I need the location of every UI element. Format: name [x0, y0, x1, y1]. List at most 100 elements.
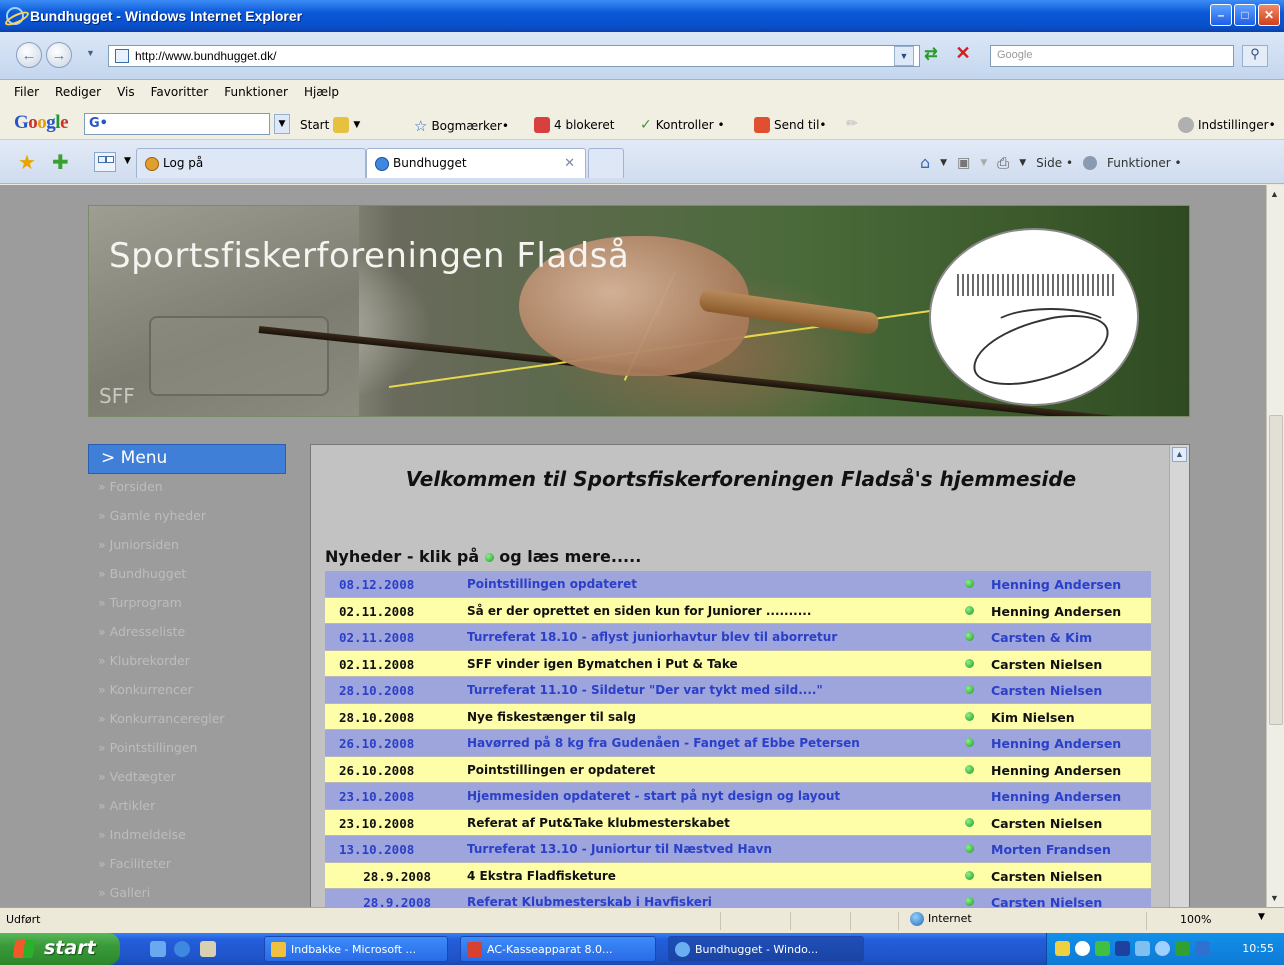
print-icon[interactable]: ⎙ [997, 154, 1009, 172]
news-row[interactable]: 02.11.2008 Så er der oprettet en siden ku… [325, 597, 1151, 624]
tools-menu-button[interactable]: Funktioner • [1107, 156, 1182, 170]
green-dot-icon[interactable] [965, 738, 974, 747]
tray-icon[interactable] [1195, 941, 1210, 956]
nav-item-artikler[interactable]: » Artikler [98, 798, 225, 827]
news-title-link[interactable]: Nye fiskestænger til salg [467, 710, 636, 724]
quick-tabs-button[interactable] [94, 152, 116, 172]
refresh-button[interactable]: ⇄ [920, 44, 942, 66]
close-button[interactable]: ✕ [1258, 4, 1280, 26]
nav-item-vedtaegter[interactable]: » Vedtægter [98, 769, 225, 798]
menu-view[interactable]: Vis [117, 85, 135, 99]
news-title-link[interactable]: Turreferat 11.10 - Sildetur "Der var tyk… [467, 683, 823, 697]
media-quicklaunch-icon[interactable] [200, 941, 216, 957]
nav-item-forsiden[interactable]: » Forsiden [98, 479, 225, 508]
news-title-link[interactable]: Så er der oprettet en siden kun for Juni… [467, 604, 811, 618]
tray-icon[interactable] [1075, 941, 1090, 956]
tab-log-pa[interactable]: Log på [136, 148, 366, 178]
google-start-button[interactable]: Start ▼ [300, 117, 360, 133]
feeds-icon[interactable]: ▣ [957, 155, 970, 171]
google-search-input[interactable]: G• [84, 113, 270, 135]
nav-item-konkurranceregler[interactable]: » Konkurranceregler [98, 711, 225, 740]
tray-icon[interactable] [1095, 941, 1110, 956]
address-input[interactable]: http://www.bundhugget.dk/ [108, 45, 920, 67]
nav-item-faciliteter[interactable]: » Faciliteter [98, 856, 225, 885]
zoom-level[interactable]: 100% [1180, 913, 1211, 926]
print-dropdown-icon[interactable]: ▼ [1019, 158, 1026, 168]
tray-icon[interactable] [1155, 941, 1170, 956]
nav-item-juniorsiden[interactable]: » Juniorsiden [98, 537, 225, 566]
news-row[interactable]: 28.9.2008 4 Ekstra Fladfisketure Carsten N… [325, 862, 1151, 889]
nav-item-turprogram[interactable]: » Turprogram [98, 595, 225, 624]
news-row[interactable]: 28.10.2008 Turreferat 11.10 - Sildetur "D… [325, 677, 1151, 704]
maximize-button[interactable]: □ [1234, 4, 1256, 26]
nav-item-indmeldelse[interactable]: » Indmeldelse [98, 827, 225, 856]
green-dot-icon[interactable] [965, 711, 974, 721]
news-row[interactable]: 02.11.2008 SFF vinder igen Bymatchen i Pu… [325, 650, 1151, 677]
news-row[interactable]: 26.10.2008 Havørred på 8 kg fra Gudenåen … [325, 730, 1151, 757]
history-dropdown-icon[interactable]: ▼ [86, 48, 95, 58]
news-title-link[interactable]: Referat Klubmesterskab i Havfiskeri [467, 895, 712, 907]
taskbar-button-kasseapparat[interactable]: AC-Kasseapparat 8.0... [460, 936, 656, 962]
minimize-button[interactable]: – [1210, 4, 1232, 26]
nav-item-bundhugget[interactable]: » Bundhugget [98, 566, 225, 595]
toolbar-settings-button[interactable]: Indstillinger• [1178, 117, 1276, 133]
taskbar-button-outlook[interactable]: Indbakke - Microsoft ... [264, 936, 448, 962]
green-dot-icon[interactable] [965, 605, 974, 615]
highlighter-icon[interactable]: ✏ [846, 116, 858, 132]
news-title-link[interactable]: Turreferat 13.10 - Juniortur til Næstved… [467, 842, 772, 856]
nav-item-gamle-nyheder[interactable]: » Gamle nyheder [98, 508, 225, 537]
home-dropdown-icon[interactable]: ▼ [940, 158, 947, 168]
tray-icon[interactable] [1115, 941, 1130, 956]
tab-bundhugget[interactable]: Bundhugget ✕ [366, 148, 586, 178]
green-dot-icon[interactable] [965, 844, 974, 853]
search-input[interactable]: Google [990, 45, 1234, 67]
news-row[interactable]: 13.10.2008 Turreferat 13.10 - Juniortur t… [325, 836, 1151, 863]
start-button[interactable]: start [0, 933, 120, 965]
popup-blocked-button[interactable]: 4 blokeret [534, 117, 614, 133]
nav-item-klubrekorder[interactable]: » Klubrekorder [98, 653, 225, 682]
news-row[interactable]: 28.9.2008 Referat Klubmesterskab i Havfis… [325, 889, 1151, 907]
panel-scrollbar[interactable]: ▲ [1169, 445, 1189, 907]
spellcheck-button[interactable]: ✓ Kontroller • [640, 117, 725, 133]
news-title-link[interactable]: Referat af Put&Take klubmesterskabet [467, 816, 730, 830]
ie-quicklaunch-icon[interactable] [174, 941, 190, 957]
search-button[interactable]: ⚲ [1242, 45, 1268, 67]
news-title-link[interactable]: Hjemmesiden opdateret - start på nyt des… [467, 789, 840, 803]
stop-button[interactable]: ✕ [952, 43, 974, 65]
new-tab-button[interactable] [588, 148, 624, 178]
news-row[interactable]: 08.12.2008 Pointstillingen opdateret Henni… [325, 571, 1151, 598]
news-title-link[interactable]: Pointstillingen opdateret [467, 577, 637, 591]
menu-file[interactable]: Filer [14, 85, 39, 99]
address-dropdown-button[interactable]: ▼ [894, 46, 914, 66]
nav-item-galleri[interactable]: » Galleri [98, 885, 225, 907]
home-icon[interactable]: ⌂ [920, 153, 930, 172]
tray-icon[interactable] [1175, 941, 1190, 956]
green-dot-icon[interactable] [965, 632, 974, 641]
menu-favorites[interactable]: Favoritter [151, 85, 209, 99]
news-title-link[interactable]: SFF vinder igen Bymatchen i Put & Take [467, 657, 738, 671]
menu-edit[interactable]: Rediger [55, 85, 101, 99]
favorites-star-icon[interactable]: ★ [18, 150, 36, 174]
green-dot-icon[interactable] [965, 658, 974, 668]
green-dot-icon[interactable] [965, 897, 974, 906]
news-row[interactable]: 28.10.2008 Nye fiskestænger til salg Kim N… [325, 703, 1151, 730]
nav-item-pointstillingen[interactable]: » Pointstillingen [98, 740, 225, 769]
green-dot-icon[interactable] [965, 870, 974, 880]
tray-icon[interactable] [1135, 941, 1150, 956]
bookmarks-button[interactable]: ☆ Bogmærker• [414, 117, 509, 135]
news-row[interactable]: 23.10.2008 Referat af Put&Take klubmester… [325, 809, 1151, 836]
scroll-up-icon[interactable]: ▲ [1172, 447, 1187, 462]
forward-button[interactable]: → [46, 42, 72, 68]
scroll-up-icon[interactable]: ▲ [1270, 189, 1279, 199]
nav-item-konkurrencer[interactable]: » Konkurrencer [98, 682, 225, 711]
tray-icon[interactable] [1055, 941, 1070, 956]
tab-close-icon[interactable]: ✕ [564, 156, 575, 171]
google-search-dropdown[interactable]: ▼ [274, 114, 290, 134]
news-title-link[interactable]: Turreferat 18.10 - aflyst juniorhavtur b… [467, 630, 837, 644]
show-desktop-icon[interactable] [150, 941, 166, 957]
scrollbar-thumb[interactable] [1269, 415, 1283, 725]
green-dot-icon[interactable] [965, 685, 974, 694]
scroll-down-icon[interactable]: ▼ [1270, 893, 1279, 903]
taskbar-button-bundhugget[interactable]: Bundhugget - Windo... [668, 936, 864, 962]
sendto-button[interactable]: Send til• [754, 117, 827, 133]
